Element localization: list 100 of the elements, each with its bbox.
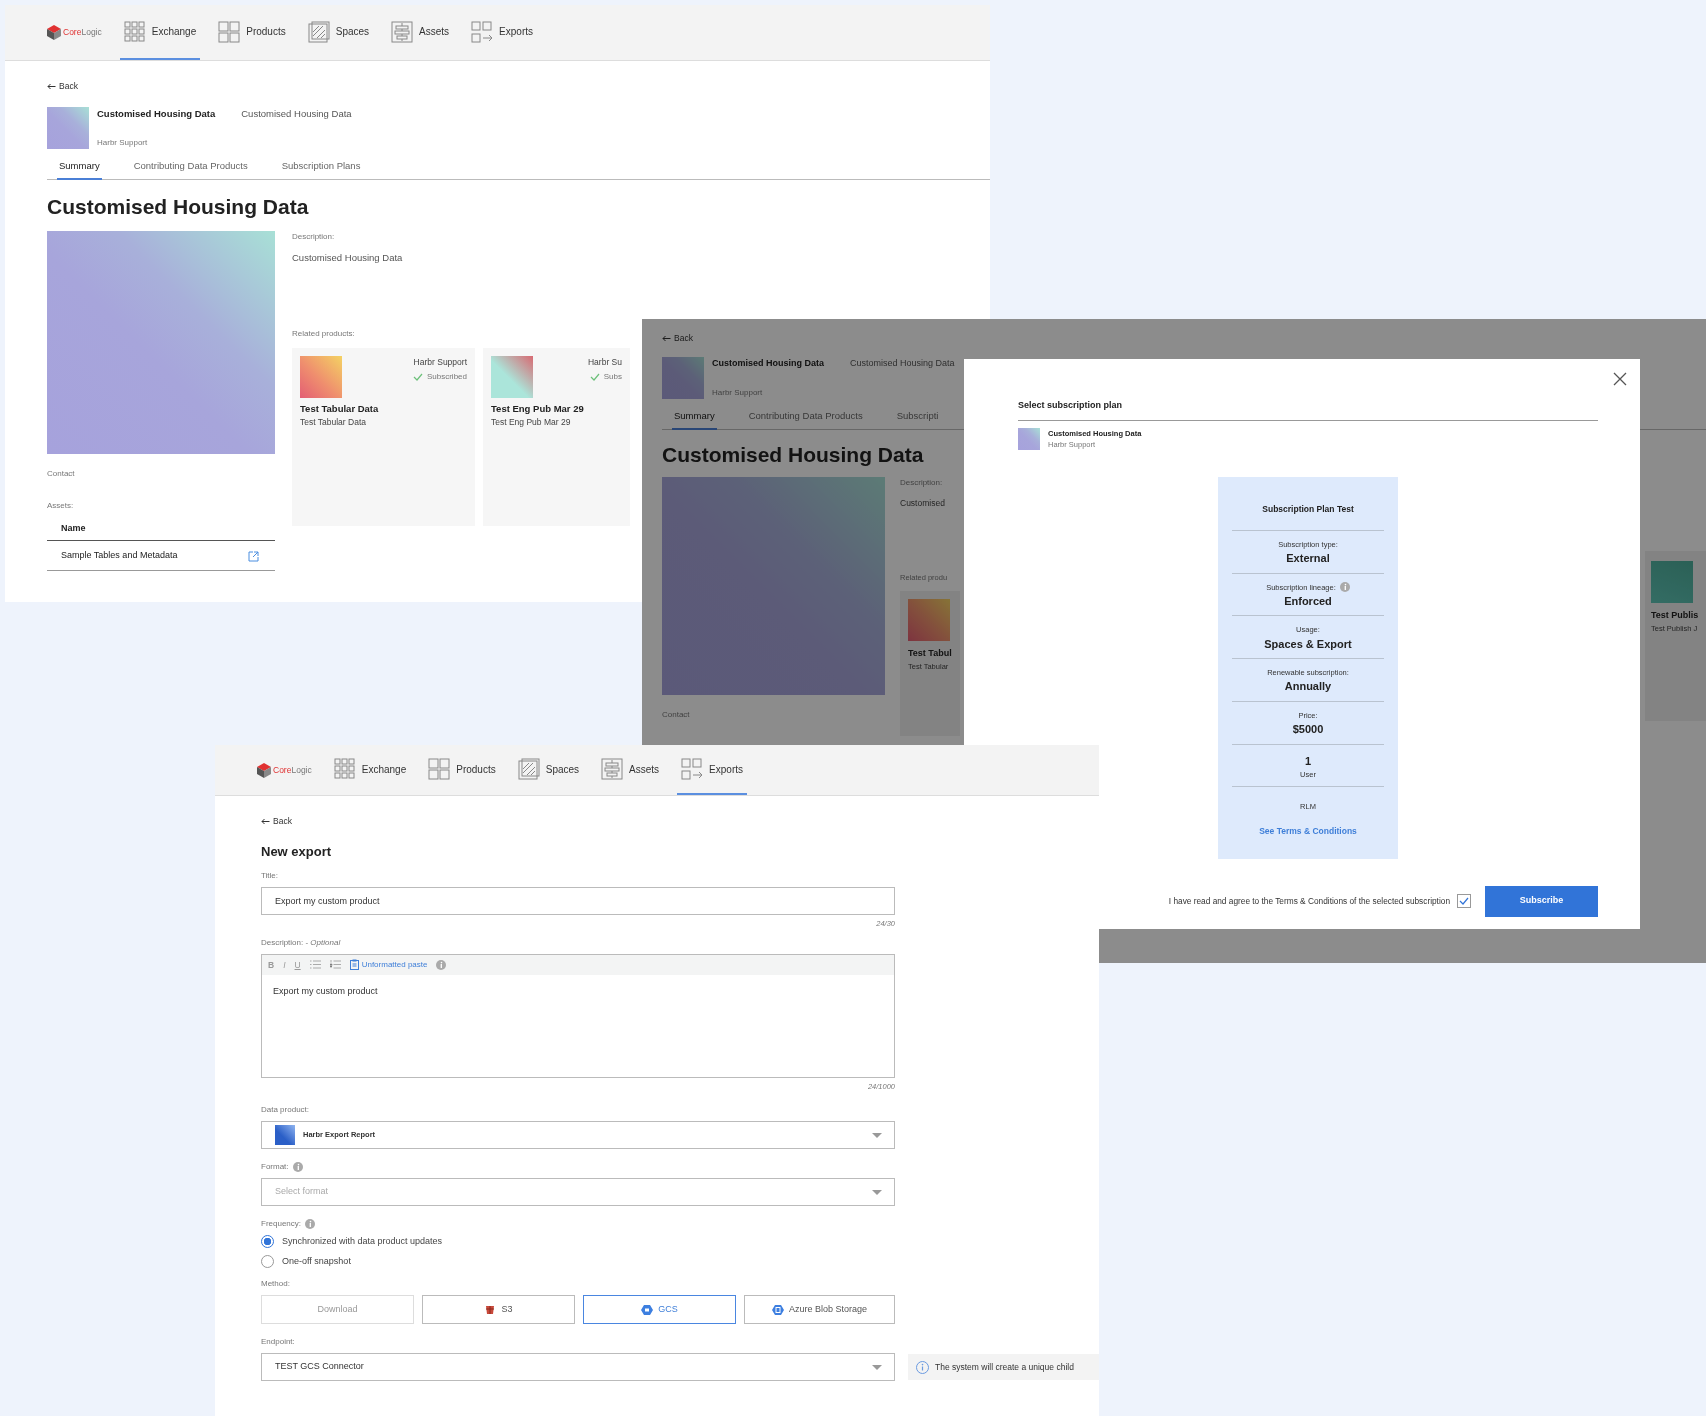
radio-label: One-off snapshot xyxy=(282,1254,351,1268)
assets-label: Assets: xyxy=(47,500,75,513)
unformatted-paste-button[interactable]: Unformatted paste xyxy=(349,958,428,971)
title-field[interactable]: Export my custom product xyxy=(261,886,895,915)
field-label: Data product: xyxy=(261,1104,310,1117)
subscribed-status: Subs xyxy=(588,371,622,384)
nav-tab[interactable]: Assets xyxy=(387,5,454,60)
grid-icon xyxy=(123,20,146,43)
tab[interactable]: Summary xyxy=(57,159,102,181)
method-button[interactable]: GCS xyxy=(583,1295,736,1325)
owner-name: Harbr Support xyxy=(412,355,467,369)
tab[interactable]: Contributing Data Products xyxy=(746,409,865,431)
tab[interactable]: Contributing Data Products xyxy=(131,159,250,181)
bullet-list-icon[interactable] xyxy=(309,960,321,970)
method-button[interactable]: Azure Blob Storage xyxy=(744,1295,895,1325)
grid-icon xyxy=(333,758,356,780)
card-subtitle: Test Eng Pub Mar 29 xyxy=(491,415,572,429)
info-icon xyxy=(1339,582,1350,593)
nav-tab[interactable]: Products xyxy=(424,745,500,795)
product-title: Customised Housing Data xyxy=(97,107,216,121)
arrow-left-icon xyxy=(47,83,56,90)
nav-tab[interactable]: Exchange xyxy=(329,745,411,795)
product-card[interactable]: Harbr Su Subs Test Eng Pub Mar 29 Test Eng Pub Mar 29 xyxy=(483,347,630,526)
plan-value: 1 xyxy=(1303,753,1313,769)
field-label: Endpoint: xyxy=(261,1336,295,1349)
product-thumbnail xyxy=(908,599,950,642)
back-link[interactable]: Back xyxy=(662,332,693,345)
radio-label: Synchronized with data product updates xyxy=(282,1235,443,1249)
agree-checkbox[interactable] xyxy=(1457,894,1471,908)
info-icon xyxy=(436,959,447,970)
product-card[interactable]: Harbr Support Subscribed Test Tabular Data Test Tabular Data xyxy=(292,347,475,526)
contact-label: Contact xyxy=(662,709,691,722)
column-header: Name xyxy=(47,518,238,541)
nav-tab[interactable]: Exports xyxy=(467,5,537,60)
hexagon-icon xyxy=(641,1303,654,1316)
info-circle-icon xyxy=(916,1360,929,1374)
nav-tab[interactable]: Exchange xyxy=(119,5,201,60)
tab[interactable]: Subscription Plans xyxy=(279,159,363,181)
logo-icon xyxy=(257,762,271,778)
nav-tab[interactable]: Exports xyxy=(677,745,747,795)
product-thumbnail xyxy=(47,107,89,149)
hatched-square-icon xyxy=(307,20,330,43)
hexagon-icon xyxy=(771,1303,784,1316)
method-button[interactable]: S3 xyxy=(422,1295,575,1325)
info-icon xyxy=(305,1219,316,1230)
field-label: Title: xyxy=(261,869,279,882)
dropdown-caret-icon xyxy=(872,1364,882,1370)
radio-button[interactable] xyxy=(261,1254,274,1268)
subscribed-status: Subscribed xyxy=(412,371,467,384)
product-thumbnail xyxy=(275,1125,295,1146)
field-label: Frequency: xyxy=(261,1218,302,1231)
table-cell: Sample Tables and Metadata xyxy=(47,540,238,571)
nav-tab[interactable]: Spaces xyxy=(513,745,584,795)
nav-tab[interactable]: Spaces xyxy=(303,5,374,60)
back-link[interactable]: Back xyxy=(261,815,292,828)
product-subtitle: Customised Housing Data xyxy=(850,357,955,370)
card-title: Test Tabul xyxy=(908,647,953,661)
product-thumbnail xyxy=(300,355,342,398)
plan-value: $5000 xyxy=(1291,722,1325,737)
description-editor[interactable]: Export my custom product xyxy=(262,974,894,1077)
export-squares-icon xyxy=(471,20,494,43)
nav-tab[interactable]: Assets xyxy=(597,745,664,795)
description-label: Description: xyxy=(292,231,336,244)
select-placeholder: Select format xyxy=(275,1185,329,1199)
product-thumbnail xyxy=(1651,561,1693,603)
nav-tab[interactable]: Products xyxy=(214,5,290,60)
owner-name: Harbr Support xyxy=(97,137,149,149)
plan-value: Enforced xyxy=(1283,593,1333,609)
tab[interactable]: Subscripti xyxy=(894,409,941,431)
dropdown-caret-icon xyxy=(872,1132,882,1138)
check-icon xyxy=(412,373,423,382)
subscribe-button[interactable]: Subscribe xyxy=(1485,885,1598,917)
tab[interactable]: Summary xyxy=(672,409,717,431)
product-title: Customised Housing Data xyxy=(712,357,824,370)
arrow-left-icon xyxy=(261,818,270,825)
check-icon xyxy=(589,373,600,382)
arrow-left-icon xyxy=(662,335,671,342)
select-value: TEST GCS Connector xyxy=(275,1360,364,1374)
endpoint-select[interactable]: TEST GCS Connector xyxy=(261,1353,895,1382)
product-subtitle: Customised Housing Data xyxy=(241,107,352,121)
owner-name: Harbr Su xyxy=(588,355,622,369)
external-link-icon[interactable] xyxy=(248,550,259,562)
radio-button[interactable] xyxy=(261,1235,274,1249)
page-heading: Customised Housing Data xyxy=(662,442,924,468)
info-icon xyxy=(292,1162,303,1173)
numbered-list-icon[interactable] xyxy=(329,960,341,970)
hatched-square-icon xyxy=(517,758,540,780)
back-link[interactable]: Back xyxy=(47,80,78,93)
card-subtitle: Test Tabular Data xyxy=(300,415,367,429)
bucket-icon xyxy=(484,1303,497,1316)
logo-text: CoreLogic xyxy=(273,763,312,777)
clipboard-icon xyxy=(349,959,359,971)
modal-title: Select subscription plan xyxy=(1018,399,1598,421)
dropdown-caret-icon xyxy=(872,1189,882,1195)
export-squares-icon xyxy=(681,758,704,780)
owner-name: Harbr Support xyxy=(712,387,764,399)
card-title: Test Eng Pub Mar 29 xyxy=(491,401,585,416)
page-heading: New export xyxy=(261,844,333,860)
info-note: The system will create a unique child xyxy=(908,1354,1099,1381)
close-icon[interactable] xyxy=(1613,372,1627,386)
